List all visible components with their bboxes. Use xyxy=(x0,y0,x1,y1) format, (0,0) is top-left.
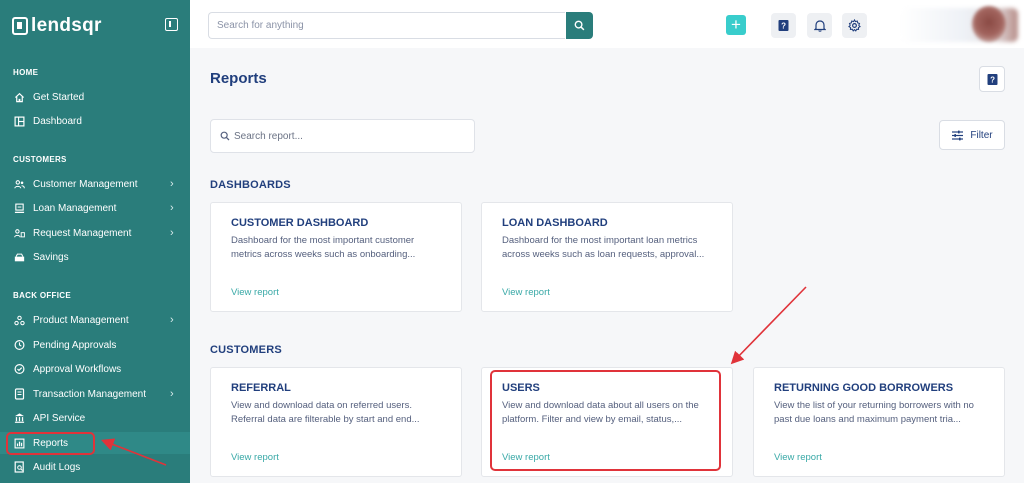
card-description: View and download data on referred users… xyxy=(231,400,420,425)
filter-button[interactable]: Filter xyxy=(939,120,1005,150)
brand-logo[interactable]: lendsqr xyxy=(12,14,102,38)
savings-icon xyxy=(14,252,25,263)
card-title: REFERRAL xyxy=(231,382,291,394)
sidebar-item-customer-management[interactable]: Customer Management › xyxy=(0,173,190,195)
view-report-link[interactable]: View report xyxy=(231,452,279,463)
sidebar-item-label: Loan Management xyxy=(33,202,117,214)
annotation-highlight-users xyxy=(490,370,721,471)
global-search-button[interactable] xyxy=(566,12,593,39)
report-card-loan-dashboard[interactable]: LOAN DASHBOARD Dashboard for the most im… xyxy=(481,202,733,312)
page-title: Reports xyxy=(210,70,267,87)
sidebar-item-label: Dashboard xyxy=(33,115,82,127)
chevron-right-icon: › xyxy=(170,202,174,214)
sidebar-item-get-started[interactable]: Get Started xyxy=(0,86,190,108)
collapse-sidebar-icon[interactable] xyxy=(165,18,178,31)
section-title-customers: CUSTOMERS xyxy=(13,155,67,164)
product-icon xyxy=(14,315,25,326)
help-button[interactable]: ? xyxy=(771,13,796,38)
sidebar-item-request-management[interactable]: Request Management › xyxy=(0,222,190,244)
bank-icon xyxy=(14,413,25,424)
top-bar: + ? xyxy=(190,0,1024,48)
sidebar-item-api-service[interactable]: API Service xyxy=(0,407,190,429)
chevron-right-icon: › xyxy=(170,314,174,326)
gear-icon xyxy=(848,19,861,32)
sidebar-item-dashboard[interactable]: Dashboard xyxy=(0,110,190,132)
audit-icon xyxy=(14,461,25,473)
help-book-icon: ? xyxy=(778,20,789,31)
users-icon xyxy=(14,179,25,190)
annotation-arrow-users xyxy=(730,286,807,365)
page-help-button[interactable]: ? xyxy=(979,66,1005,92)
card-title: RETURNING GOOD BORROWERS xyxy=(774,382,954,394)
sidebar-item-savings[interactable]: Savings xyxy=(0,246,190,268)
settings-button[interactable] xyxy=(842,13,867,38)
svg-text:?: ? xyxy=(781,22,786,31)
sidebar-item-label: Transaction Management xyxy=(33,388,147,400)
sidebar-item-label: Get Started xyxy=(33,91,85,103)
sidebar-item-label: Audit Logs xyxy=(33,461,81,473)
filter-sliders-icon xyxy=(952,130,964,140)
add-button[interactable]: + xyxy=(726,15,746,35)
workflow-icon xyxy=(14,364,25,375)
view-report-link[interactable]: View report xyxy=(774,452,822,463)
sidebar-item-loan-management[interactable]: Loan Management › xyxy=(0,197,190,219)
bell-icon xyxy=(813,20,826,32)
chevron-right-icon: › xyxy=(170,227,174,239)
card-description: View the list of your returning borrower… xyxy=(774,400,974,425)
report-search-box[interactable] xyxy=(210,119,475,153)
chevron-right-icon: › xyxy=(170,178,174,190)
view-report-link[interactable]: View report xyxy=(502,287,550,298)
dashboard-icon xyxy=(14,116,25,127)
view-report-link[interactable]: View report xyxy=(231,287,279,298)
report-card-referral[interactable]: REFERRAL View and download data on refer… xyxy=(210,367,462,477)
sidebar-item-label: API Service xyxy=(33,412,86,424)
sidebar-item-label: Request Management xyxy=(33,227,132,239)
request-icon xyxy=(14,228,25,239)
search-icon xyxy=(574,20,585,31)
section-heading-customers: CUSTOMERS xyxy=(210,344,282,356)
avatar[interactable] xyxy=(972,6,1006,42)
chevron-right-icon: › xyxy=(170,388,174,400)
search-icon xyxy=(220,131,230,141)
transaction-icon xyxy=(14,388,25,400)
card-title: CUSTOMER DASHBOARD xyxy=(231,217,369,229)
global-search-input[interactable] xyxy=(208,12,565,39)
section-title-back-office: BACK OFFICE xyxy=(13,291,71,300)
clock-icon xyxy=(14,340,25,351)
sidebar-item-label: Savings xyxy=(33,251,69,263)
sidebar-item-approval-workflows[interactable]: Approval Workflows xyxy=(0,358,190,380)
filter-label: Filter xyxy=(970,129,993,141)
report-card-customer-dashboard[interactable]: CUSTOMER DASHBOARD Dashboard for the mos… xyxy=(210,202,462,312)
sidebar-item-transaction-management[interactable]: Transaction Management › xyxy=(0,383,190,405)
sidebar-item-pending-approvals[interactable]: Pending Approvals xyxy=(0,334,190,356)
svg-text:?: ? xyxy=(990,75,995,84)
sidebar-item-label: Approval Workflows xyxy=(33,363,122,375)
card-description: Dashboard for the most important loan me… xyxy=(502,235,705,260)
sidebar-item-audit-logs[interactable]: Audit Logs xyxy=(0,456,190,478)
sidebar-item-label: Product Management xyxy=(33,314,129,326)
sidebar-item-product-management[interactable]: Product Management › xyxy=(0,309,190,331)
report-card-returning-good-borrowers[interactable]: RETURNING GOOD BORROWERS View the list o… xyxy=(753,367,1005,477)
sidebar-item-label: Pending Approvals xyxy=(33,339,117,351)
home-icon xyxy=(14,92,25,103)
card-description: Dashboard for the most important custome… xyxy=(231,235,416,260)
annotation-highlight-reports xyxy=(6,432,95,455)
sidebar: lendsqr HOME Get Started Dashboard CUSTO… xyxy=(0,0,190,483)
logo-icon xyxy=(12,17,28,35)
notifications-button[interactable] xyxy=(807,13,832,38)
help-book-icon: ? xyxy=(987,73,997,85)
section-title-home: HOME xyxy=(13,68,39,77)
card-title: LOAN DASHBOARD xyxy=(502,217,608,229)
loan-icon xyxy=(14,203,25,214)
brand-name: lendsqr xyxy=(31,15,102,36)
sidebar-item-label: Customer Management xyxy=(33,178,138,190)
report-search-input[interactable] xyxy=(234,130,464,142)
section-heading-dashboards: DASHBOARDS xyxy=(210,179,291,191)
